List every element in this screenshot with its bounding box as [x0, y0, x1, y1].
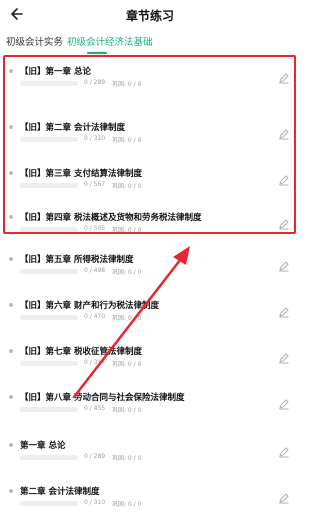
tab-economic-law-basics[interactable]: 初级会计经济法基础: [67, 34, 153, 48]
blurred-text: [20, 455, 78, 460]
blurred-text: [20, 269, 78, 274]
consolidate-count: 巩固: 0 / 0: [112, 361, 142, 368]
consolidate-count: 巩固: 0 / 0: [112, 269, 142, 276]
consolidate-count: 巩固: 0 / 0: [112, 407, 142, 414]
tab-accounting-practice[interactable]: 初级会计实务: [6, 34, 63, 48]
chapter-item[interactable]: 第一章 总论 0 / 289 巩固: 0 / 0: [0, 436, 300, 476]
chapter-item[interactable]: 【旧】第七章 税收征管法律制度 0 / 317 巩固: 0 / 0: [0, 342, 300, 382]
tab-bar: 初级会计实务 初级会计经济法基础: [0, 32, 300, 52]
highlight-box: [3, 55, 296, 234]
chapter-item[interactable]: 【旧】第六章 财产和行为税法律制度 0 / 470 巩固: 0 / 0: [0, 296, 300, 336]
bullet-dot: [9, 443, 13, 447]
page-title: 章节练习: [125, 9, 174, 23]
consolidate-count: 巩固: 0 / 0: [112, 315, 142, 322]
bullet-dot: [9, 349, 13, 353]
edit-pencil-icon[interactable]: [278, 395, 290, 410]
chapter-title: 【旧】第八章 劳动合同与社会保险法律制度: [20, 393, 185, 403]
chapter-title: 【旧】第六章 财产和行为税法律制度: [20, 301, 159, 311]
blurred-text: [20, 315, 78, 320]
progress-count: 0 / 317: [84, 359, 106, 366]
progress-count: 0 / 470: [84, 313, 106, 320]
progress-count: 0 / 455: [84, 405, 106, 412]
top-bar: 章节练习: [0, 0, 300, 30]
chapter-title: 【旧】第五章 所得税法律制度: [20, 255, 134, 265]
edit-pencil-icon[interactable]: [278, 489, 290, 504]
progress-count: 0 / 289: [84, 453, 106, 460]
edit-pencil-icon[interactable]: [278, 303, 290, 318]
chapter-item[interactable]: 【旧】第五章 所得税法律制度 0 / 498 巩固: 0 / 0: [0, 250, 300, 290]
consolidate-count: 巩固: 0 / 0: [112, 455, 142, 462]
progress-count: 0 / 310: [84, 499, 106, 506]
chapter-item[interactable]: 【旧】第八章 劳动合同与社会保险法律制度 0 / 455 巩固: 0 / 0: [0, 388, 300, 428]
consolidate-count: 巩固: 0 / 0: [112, 501, 142, 508]
chapter-title: 第一章 总论: [20, 441, 66, 451]
progress-count: 0 / 498: [84, 267, 106, 274]
chapter-title: 【旧】第七章 税收征管法律制度: [20, 347, 142, 357]
edit-pencil-icon[interactable]: [278, 443, 290, 458]
chapter-title: 第二章 会计法律制度: [20, 487, 100, 497]
active-tab-indicator: [87, 52, 107, 54]
chapter-item[interactable]: 第二章 会计法律制度 0 / 310 巩固: 0 / 0: [0, 482, 300, 522]
bullet-dot: [9, 489, 13, 493]
blurred-text: [20, 501, 78, 506]
edit-pencil-icon[interactable]: [278, 349, 290, 364]
blurred-text: [20, 407, 78, 412]
bullet-dot: [9, 395, 13, 399]
blurred-text: [20, 361, 78, 366]
bullet-dot: [9, 303, 13, 307]
edit-pencil-icon[interactable]: [278, 257, 290, 272]
bullet-dot: [9, 257, 13, 261]
